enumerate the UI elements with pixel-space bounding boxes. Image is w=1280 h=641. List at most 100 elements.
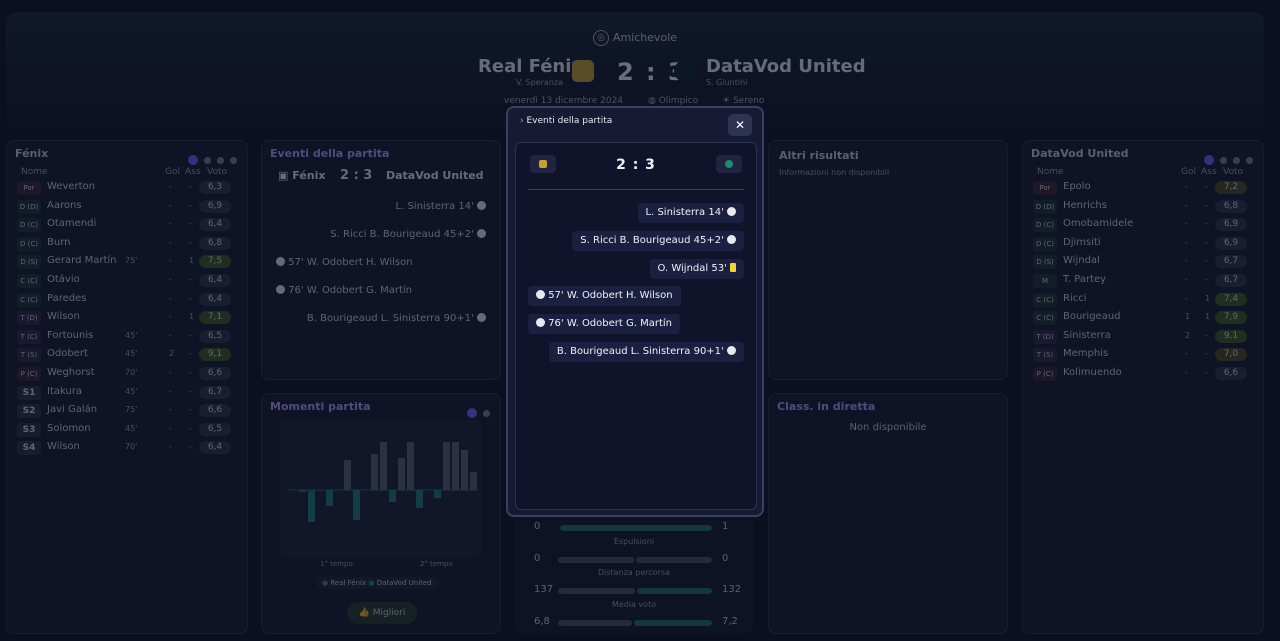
player-row[interactable]: C (C) Bourigeaud 1 1 7,9: [1029, 309, 1251, 327]
player-name[interactable]: Wilson: [47, 441, 80, 452]
event-row[interactable]: L. Sinisterra 14': [396, 199, 486, 215]
player-row[interactable]: T (D) Sinisterra 2 -9,1: [1029, 328, 1251, 346]
event-text: 76' W. Odobert G. Martín: [288, 285, 412, 296]
player-name[interactable]: Otávio: [47, 274, 80, 285]
player-row[interactable]: D (D) Henrichs - -6,8: [1029, 198, 1251, 216]
goals: -: [1185, 275, 1188, 284]
player-name[interactable]: Memphis: [1063, 348, 1108, 359]
player-row[interactable]: D (D) Aarons - -6,9: [13, 198, 235, 216]
position-badge: T (D): [17, 311, 41, 326]
event-row[interactable]: B. Bourigeaud L. Sinisterra 90+1': [307, 311, 486, 327]
player-row[interactable]: T (S) Odobert 45' 2 -9,1: [13, 346, 235, 364]
player-name[interactable]: Itakura: [47, 386, 82, 397]
assists: -: [189, 182, 192, 191]
player-name[interactable]: Bourigeaud: [1063, 311, 1121, 322]
player-name[interactable]: Solomon: [47, 423, 91, 434]
stat-label: Media voto: [611, 599, 657, 609]
best-players-button[interactable]: 👍 Migliori: [347, 602, 417, 624]
modal-event-row[interactable]: 76' W. Odobert G. Martín: [528, 314, 680, 335]
player-row[interactable]: Por Epolo - -7,2: [1029, 179, 1251, 197]
player-name[interactable]: Fortounis: [47, 330, 93, 341]
away-team-name[interactable]: DataVod United: [706, 56, 866, 77]
live-table-text: Non disponibile: [849, 422, 927, 433]
position-badge: T (S): [17, 348, 41, 363]
player-name[interactable]: Paredes: [47, 293, 86, 304]
player-row[interactable]: D (S) Gerard Martín 75' - 1 7,5: [13, 253, 235, 271]
event-text: 76' W. Odobert G. Martín: [548, 318, 672, 330]
player-name[interactable]: Omobamidele: [1063, 218, 1133, 229]
ball-icon: [536, 318, 545, 328]
player-name[interactable]: Wijndal: [1063, 255, 1100, 266]
modal-event-row[interactable]: 57' W. Odobert H. Wilson: [528, 286, 681, 307]
player-row[interactable]: M T. Partey - -6,7: [1029, 272, 1251, 290]
position-badge: D (D): [1033, 199, 1057, 214]
col-ass: Ass: [185, 167, 201, 177]
player-row[interactable]: P (C) Weghorst 70' - -6,6: [13, 365, 235, 383]
momentum-bar: [389, 490, 396, 502]
ball-icon: [536, 290, 545, 300]
modal-event-row[interactable]: L. Sinisterra 14': [637, 203, 744, 223]
player-name[interactable]: Burn: [47, 237, 70, 248]
player-row[interactable]: T (S) Memphis - -7,0: [1029, 346, 1251, 364]
ball-icon: [276, 257, 285, 266]
player-row[interactable]: D (C) Omobamidele - -6,9: [1029, 216, 1251, 234]
goals: -: [169, 200, 172, 210]
event-row[interactable]: S. Ricci B. Bourigeaud 45+2': [330, 227, 486, 243]
player-row[interactable]: S3 Solomon 45' - -6,5: [13, 421, 235, 439]
player-name[interactable]: T. Partey: [1063, 274, 1106, 285]
player-name[interactable]: Javi Galán: [47, 404, 97, 415]
player-name[interactable]: Weghorst: [47, 367, 95, 378]
event-row[interactable]: 57' W. Odobert H. Wilson: [276, 255, 413, 271]
away-crest-icon: [716, 155, 742, 173]
player-row[interactable]: C (C) Ricci - 1 7,4: [1029, 291, 1251, 309]
trophy-icon: ◎: [592, 30, 609, 46]
event-row[interactable]: 76' W. Odobert G. Martín: [276, 283, 412, 299]
position-badge: D (C): [1033, 236, 1057, 251]
player-row[interactable]: C (C) Paredes - -6,4: [13, 291, 235, 309]
assists: -: [1205, 368, 1208, 377]
player-row[interactable]: D (C) Burn - -6,8: [13, 235, 235, 253]
assists: -: [189, 293, 192, 303]
player-row[interactable]: C (C) Otávio - -6,4: [13, 272, 235, 290]
position-badge: S3: [17, 422, 41, 437]
modal-event-row[interactable]: O. Wijndal 53': [649, 258, 744, 279]
player-name[interactable]: Wilson: [47, 311, 80, 322]
assists: -: [189, 405, 192, 415]
modal-event-row[interactable]: B. Bourigeaud L. Sinisterra 90+1': [548, 342, 744, 362]
player-row[interactable]: D (S) Wijndal - -6,7: [1029, 253, 1251, 271]
event-text: 57' W. Odobert H. Wilson: [548, 290, 673, 302]
player-name[interactable]: Aarons: [47, 200, 82, 211]
player-name[interactable]: Sinisterra: [1063, 330, 1111, 341]
close-button[interactable]: ✕: [728, 114, 752, 136]
player-name[interactable]: Kolimuendo: [1063, 367, 1122, 378]
goals: -: [169, 442, 172, 452]
player-row[interactable]: S1 Itakura 45' - -6,7: [13, 384, 235, 402]
player-row[interactable]: D (C) Otamendi - -6,4: [13, 216, 235, 234]
player-name[interactable]: Odobert: [47, 348, 88, 359]
page-dots[interactable]: [182, 149, 237, 168]
player-name[interactable]: Ricci: [1063, 293, 1087, 304]
ball-icon: [727, 207, 736, 216]
rating-badge: 6,4: [199, 292, 231, 306]
player-row[interactable]: S2 Javi Galán 75' - -6,6: [13, 402, 235, 420]
home-team-name[interactable]: Real Fénix: [478, 56, 583, 77]
player-name[interactable]: Weverton: [47, 181, 95, 192]
ball-icon: [276, 285, 285, 294]
player-row[interactable]: S4 Wilson 70' - -6,4: [13, 439, 235, 457]
player-name[interactable]: Otamendi: [47, 218, 96, 229]
player-row[interactable]: Por Weverton - -6,3: [13, 179, 235, 197]
player-name[interactable]: Epolo: [1063, 181, 1091, 192]
momentum-bar: [380, 442, 387, 490]
player-name[interactable]: Djimsiti: [1063, 237, 1101, 248]
player-name[interactable]: Henrichs: [1063, 200, 1107, 211]
player-row[interactable]: T (C) Fortounis 45' - -6,5: [13, 328, 235, 346]
page-dots[interactable]: [1198, 149, 1253, 168]
player-row[interactable]: T (D) Wilson - 1 7,1: [13, 309, 235, 327]
page-dots[interactable]: [461, 402, 490, 421]
modal-event-row[interactable]: S. Ricci B. Bourigeaud 45+2': [572, 230, 744, 251]
stat-away-bar: [633, 619, 712, 626]
player-name[interactable]: Gerard Martín: [47, 255, 117, 266]
player-row[interactable]: P (C) Kolimuendo - -6,6: [1029, 365, 1251, 383]
moments-legend: ● Real Fénix ● DataVod United: [316, 577, 438, 589]
player-row[interactable]: D (C) Djimsiti - -6,9: [1029, 235, 1251, 253]
